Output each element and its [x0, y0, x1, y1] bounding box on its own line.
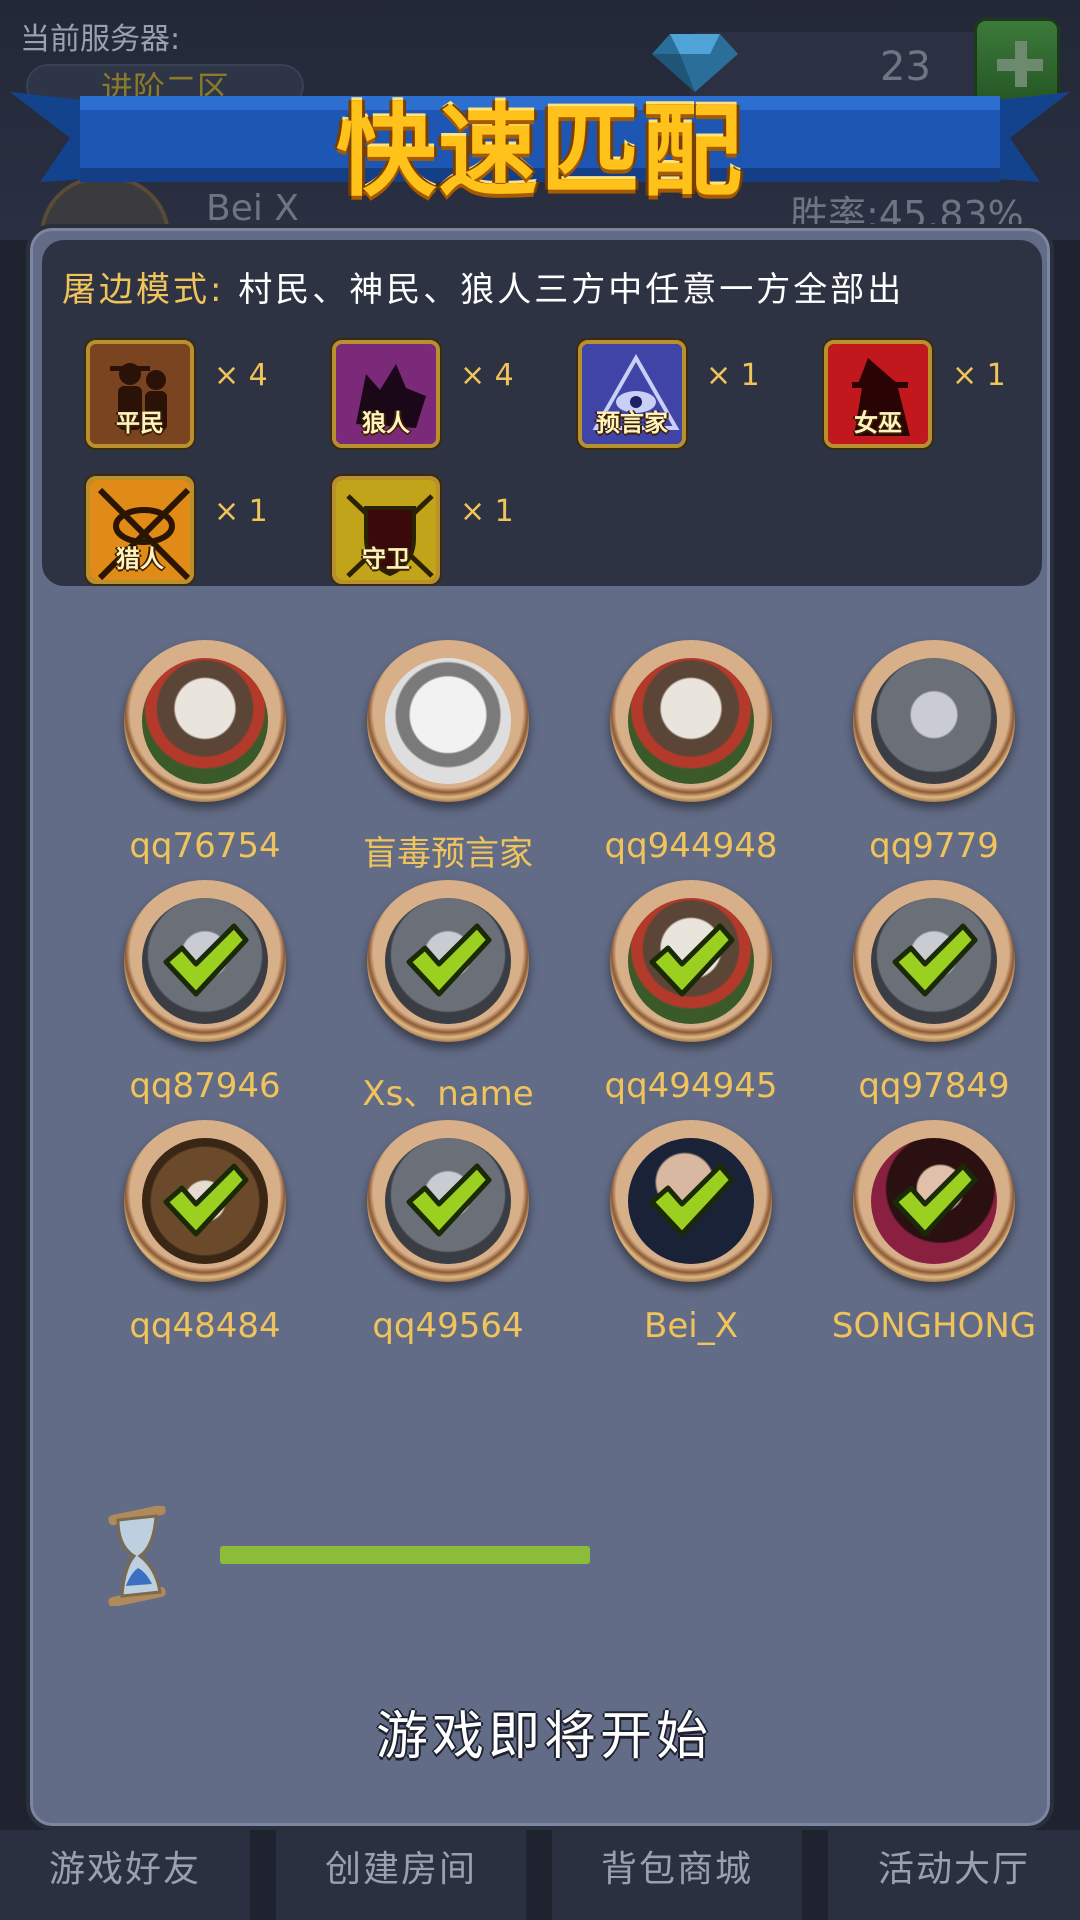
player-name: Xs、name — [362, 1074, 534, 1114]
role-count: × 4 — [460, 358, 514, 393]
player-avatar-frame — [124, 880, 286, 1042]
husky-avatar — [142, 658, 268, 784]
player-avatar-frame — [367, 640, 529, 802]
player-name: qq494945 — [604, 1066, 778, 1106]
ready-check-icon — [649, 1163, 735, 1237]
hourglass-icon — [108, 1506, 166, 1606]
player-slot[interactable]: qq944948 — [570, 640, 812, 880]
sketch-portrait-avatar — [385, 658, 511, 784]
player-slot[interactable]: qq9779 — [813, 640, 1055, 880]
role-card-villager: 平民 — [86, 340, 194, 448]
player-name: Bei_X — [644, 1306, 738, 1346]
page-title: 快速匹配 — [336, 93, 744, 210]
role-label: 预言家 — [596, 409, 668, 437]
player-slot[interactable]: qq76754 — [84, 640, 326, 880]
player-name: qq944948 — [604, 826, 778, 866]
role-label: 女巫 — [854, 409, 902, 437]
mode-info-box: 屠边模式: 村民、神民、狼人三方中任意一方全部出 平民 × 4 狼人 × 4 预… — [42, 240, 1042, 586]
ready-check-icon — [649, 923, 735, 997]
husky-avatar — [628, 658, 754, 784]
mode-description: 村民、神民、狼人三方中任意一方全部出 — [238, 270, 905, 310]
role-count: × 1 — [706, 358, 760, 393]
ready-check-icon — [406, 1163, 492, 1237]
match-progress-bar — [220, 1546, 880, 1564]
player-slot[interactable]: qq48484 — [84, 1120, 326, 1360]
player-slot[interactable]: qq49564 — [327, 1120, 569, 1360]
role-label: 平民 — [116, 409, 164, 437]
role-label: 守卫 — [362, 545, 410, 573]
player-name: qq87946 — [129, 1066, 281, 1106]
mode-line: 屠边模式: 村民、神民、狼人三方中任意一方全部出 — [62, 262, 904, 311]
role-card-guard: 守卫 — [332, 476, 440, 584]
player-slot[interactable]: qq494945 — [570, 880, 812, 1120]
role-count: × 1 — [214, 494, 268, 529]
player-avatar-frame — [853, 880, 1015, 1042]
player-name: SONGHONG — [831, 1306, 1037, 1346]
match-progress-fill — [220, 1546, 590, 1564]
player-slot[interactable]: Xs、name — [327, 880, 569, 1120]
player-name: qq76754 — [129, 826, 281, 866]
role-count: × 1 — [460, 494, 514, 529]
player-avatar-frame — [367, 880, 529, 1042]
player-slot[interactable]: SONGHONG — [813, 1120, 1055, 1360]
role-count: × 1 — [952, 358, 1006, 393]
ready-check-icon — [163, 1163, 249, 1237]
player-slot[interactable]: qq97849 — [813, 880, 1055, 1120]
player-avatar-frame — [853, 1120, 1015, 1282]
player-avatar-frame — [853, 640, 1015, 802]
player-slot[interactable]: 盲毒预言家 — [327, 640, 569, 880]
role-card-seer: 预言家 — [578, 340, 686, 448]
role-card-hunter: 猎人 — [86, 476, 194, 584]
tab-events[interactable]: 活动大厅 — [828, 1830, 1080, 1920]
player-avatar-frame — [610, 880, 772, 1042]
role-card-witch: 女巫 — [824, 340, 932, 448]
player-avatar-frame — [367, 1120, 529, 1282]
role-card-werewolf: 狼人 — [332, 340, 440, 448]
wolf-avatar — [871, 658, 997, 784]
ready-check-icon — [892, 923, 978, 997]
player-name: qq97849 — [858, 1066, 1010, 1106]
tab-friends[interactable]: 游戏好友 — [0, 1830, 250, 1920]
player-avatar-frame — [124, 1120, 286, 1282]
role-count: × 4 — [214, 358, 268, 393]
start-message: 游戏即将开始 — [375, 1707, 712, 1767]
role-label: 狼人 — [362, 409, 410, 437]
player-name: qq48484 — [129, 1306, 281, 1346]
ready-check-icon — [406, 923, 492, 997]
player-avatar-frame — [124, 640, 286, 802]
player-name: 盲毒预言家 — [363, 834, 533, 874]
player-avatar-frame — [610, 1120, 772, 1282]
player-name: qq9779 — [869, 826, 999, 866]
player-slot[interactable]: qq87946 — [84, 880, 326, 1120]
player-avatar-frame — [610, 640, 772, 802]
server-label: 当前服务器: — [20, 22, 181, 57]
tab-shop[interactable]: 背包商城 — [552, 1830, 802, 1920]
role-label: 猎人 — [116, 545, 164, 573]
ready-check-icon — [892, 1163, 978, 1237]
match-panel: 屠边模式: 村民、神民、狼人三方中任意一方全部出 平民 × 4 狼人 × 4 预… — [26, 224, 1054, 1830]
player-name: qq49564 — [372, 1306, 524, 1346]
tab-create-room[interactable]: 创建房间 — [276, 1830, 526, 1920]
mode-title: 屠边模式: — [62, 270, 225, 310]
ready-check-icon — [163, 923, 249, 997]
bottom-tab-bar: 游戏好友 创建房间 背包商城 活动大厅 — [0, 1830, 1080, 1920]
player-slot[interactable]: Bei_X — [570, 1120, 812, 1360]
